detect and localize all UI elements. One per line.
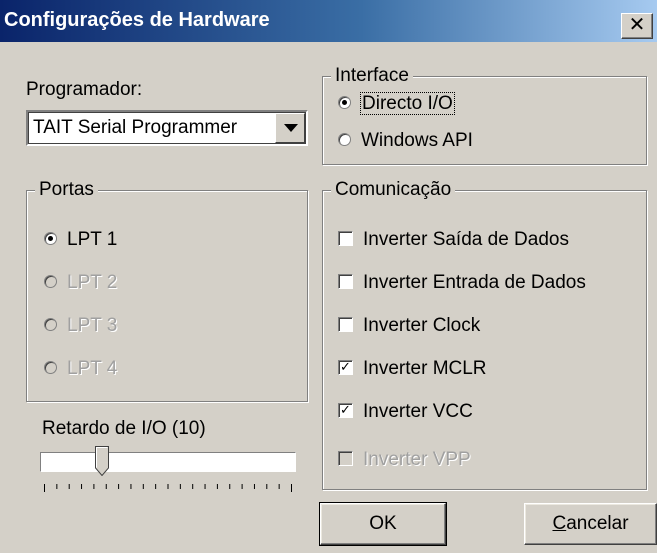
checkbox-unchecked-icon <box>338 230 353 246</box>
radio-selected-icon <box>338 95 351 109</box>
interface-option-directo-io[interactable]: Directo I/O <box>338 91 455 117</box>
radio-unselected-icon <box>338 132 351 146</box>
radio-disabled-icon <box>44 274 57 288</box>
programmer-select-value: TAIT Serial Programmer <box>33 117 238 138</box>
dropdown-arrow-icon[interactable] <box>275 113 305 143</box>
cancel-button-mnemonic: C <box>552 513 567 534</box>
io-delay-slider-track[interactable] <box>40 452 296 472</box>
comm-option-label: Inverter Clock <box>363 315 481 336</box>
checkbox-disabled-icon <box>338 450 353 466</box>
io-delay-label: Retardo de I/O (10) <box>42 418 206 439</box>
comm-option-inverter-mclr[interactable]: ✓ Inverter MCLR <box>338 356 487 382</box>
cancel-button[interactable]: Cancelar <box>524 503 657 545</box>
comm-option-label: Inverter MCLR <box>363 358 487 379</box>
port-option-lpt3: LPT 3 <box>44 313 117 339</box>
checkbox-unchecked-icon <box>338 273 353 289</box>
interface-option-label: Windows API <box>361 130 473 151</box>
interface-option-label: Directo I/O <box>360 92 455 115</box>
radio-selected-icon <box>44 231 57 245</box>
radio-disabled-icon <box>44 317 57 331</box>
interface-legend: Interface <box>331 65 413 87</box>
comm-option-label: Inverter Saída de Dados <box>363 229 569 250</box>
port-option-lpt4: LPT 4 <box>44 356 117 382</box>
comm-option-label: Inverter VPP <box>363 449 471 470</box>
comm-option-inverter-entrada-dados[interactable]: Inverter Entrada de Dados <box>338 270 586 296</box>
comm-option-inverter-clock[interactable]: Inverter Clock <box>338 313 480 339</box>
checkbox-checked-icon: ✓ <box>338 359 353 375</box>
ok-button[interactable]: OK <box>319 502 447 546</box>
port-option-label: LPT 2 <box>67 272 118 293</box>
close-button[interactable]: ✕ <box>621 13 653 39</box>
communication-legend: Comunicação <box>331 179 456 201</box>
cancel-button-label: ancelar <box>566 513 629 534</box>
comm-option-inverter-vcc[interactable]: ✓ Inverter VCC <box>338 399 473 425</box>
port-option-label: LPT 4 <box>67 358 118 379</box>
checkbox-checked-icon: ✓ <box>338 402 353 418</box>
port-option-lpt1[interactable]: LPT 1 <box>44 227 117 253</box>
programmer-select[interactable]: TAIT Serial Programmer <box>26 110 308 146</box>
close-icon: ✕ <box>628 14 646 36</box>
comm-option-label: Inverter VCC <box>363 401 473 422</box>
checkbox-unchecked-icon <box>338 316 353 332</box>
io-delay-slider-thumb[interactable] <box>95 446 109 476</box>
comm-option-inverter-saida-dados[interactable]: Inverter Saída de Dados <box>338 227 569 253</box>
radio-disabled-icon <box>44 360 57 374</box>
interface-option-windows-api[interactable]: Windows API <box>338 128 473 154</box>
programmer-label: Programador: <box>26 79 143 100</box>
window-title: Configurações de Hardware <box>4 9 270 31</box>
ok-button-label: OK <box>369 513 397 534</box>
port-option-label: LPT 1 <box>67 229 118 250</box>
title-bar: Configurações de Hardware ✕ <box>0 0 657 42</box>
io-delay-slider-ticks <box>44 484 292 492</box>
comm-option-label: Inverter Entrada de Dados <box>363 272 586 293</box>
comm-option-inverter-vpp: Inverter VPP <box>338 447 471 473</box>
port-option-label: LPT 3 <box>67 315 118 336</box>
port-option-lpt2: LPT 2 <box>44 270 117 296</box>
ports-legend: Portas <box>35 179 98 201</box>
